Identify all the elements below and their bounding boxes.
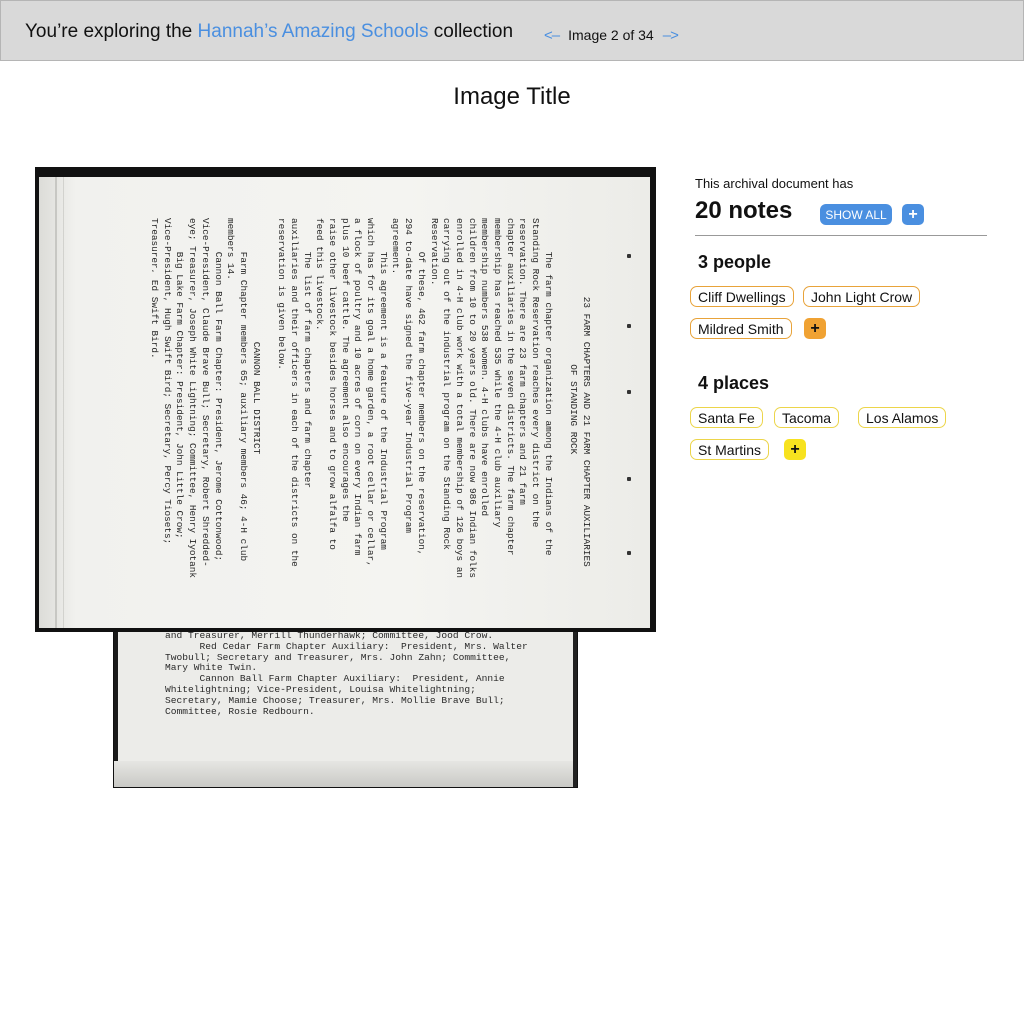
image-pager: <– Image 2 of 34 –> [544, 26, 679, 44]
collection-link[interactable]: Hannah’s Amazing Schools [198, 21, 429, 42]
punch-hole-mark [627, 477, 631, 481]
place-chip[interactable]: Santa Fe [690, 407, 763, 428]
show-all-button[interactable]: SHOW ALL [820, 204, 892, 225]
collection-header: You’re exploring the Hannah’s Amazing Sc… [0, 0, 1024, 61]
document-page-secondary[interactable]: and Treasurer, Merrill Thunderhawk; Comm… [113, 620, 578, 788]
breadcrumb-suffix: collection [433, 21, 514, 42]
document-page-primary-text: 23 FARM CHAPTERS AND 21 FARM CHAPTER AUX… [152, 218, 592, 578]
person-chip[interactable]: Mildred Smith [690, 318, 792, 339]
image-title: Image Title [453, 83, 571, 110]
punch-hole-mark [627, 390, 631, 394]
notes-count: 20 notes [695, 197, 793, 224]
next-image-arrow-icon[interactable]: –> [663, 27, 679, 44]
add-place-button[interactable]: + [784, 439, 806, 460]
divider [695, 235, 987, 236]
image-counter: Image 2 of 34 [568, 27, 654, 43]
breadcrumb-prefix: You’re exploring the [25, 21, 193, 42]
add-note-button[interactable]: + [902, 204, 924, 225]
places-heading: 4 places [698, 373, 770, 393]
collection-breadcrumb: You’re exploring the Hannah’s Amazing Sc… [25, 21, 513, 43]
add-person-button[interactable]: + [804, 318, 826, 339]
person-chip[interactable]: John Light Crow [803, 286, 921, 307]
punch-hole-mark [627, 254, 631, 258]
document-page-primary: 23 FARM CHAPTERS AND 21 FARM CHAPTER AUX… [39, 177, 650, 628]
place-chip[interactable]: Tacoma [774, 407, 840, 428]
people-heading: 3 people [698, 252, 772, 272]
place-chip[interactable]: St Martins [690, 439, 770, 460]
previous-image-arrow-icon[interactable]: <– [544, 27, 560, 44]
page-shadow [114, 761, 577, 787]
punch-hole-mark [627, 551, 631, 555]
person-chip[interactable]: Cliff Dwellings [690, 286, 794, 307]
punch-hole-mark [627, 324, 631, 328]
document-image[interactable]: 23 FARM CHAPTERS AND 21 FARM CHAPTER AUX… [35, 167, 656, 632]
document-page-secondary-text: and Treasurer, Merrill Thunderhawk; Comm… [165, 630, 528, 717]
notes-intro: This archival document has [695, 176, 854, 191]
place-chip[interactable]: Los Alamos [858, 407, 947, 428]
